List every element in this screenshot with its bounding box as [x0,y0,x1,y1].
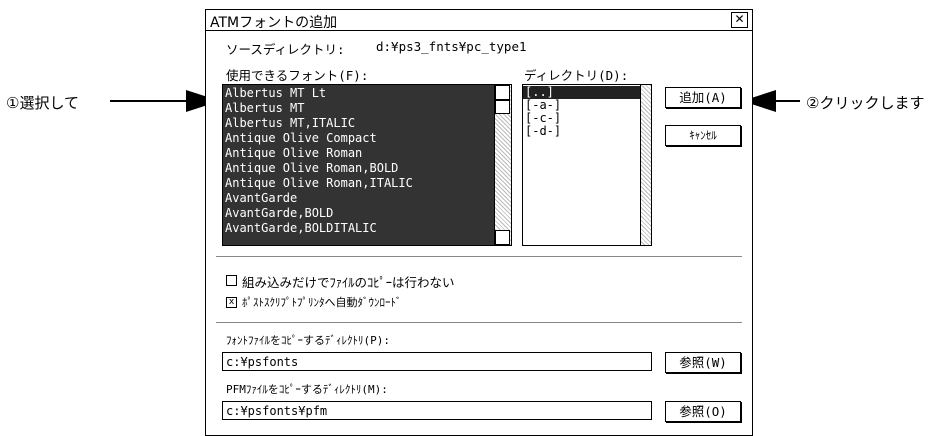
fonts-label: 使用できるフォント(F): [226,68,369,83]
dir-list-scrollbar[interactable] [640,85,651,245]
scroll-up-icon[interactable]: ▲ [495,85,510,100]
auto-download-label[interactable]: ﾎﾟｽﾄｽｸﾘﾌﾟﾄﾌﾟﾘﾝﾀへ自動ﾀﾞｳﾝﾛｰﾄﾞ [242,294,402,310]
scroll-thumb[interactable] [495,100,510,114]
font-list-item[interactable]: AvantGarde,BOLD [225,206,333,221]
separator [216,256,742,258]
font-list-scrollbar[interactable]: ▲ ▼ [494,85,511,245]
install-only-checkbox[interactable] [226,275,237,286]
dirs-label: ディレクトリ(D): [524,68,629,83]
directory-list[interactable]: [..] [-a-] [-c-] [-d-] [522,84,652,246]
font-list-item[interactable]: AvantGarde [225,191,297,206]
source-dir-label: ソースディレクトリ: [226,42,345,57]
fontfile-dir-input[interactable]: c:¥psfonts [222,352,652,371]
title-bar[interactable]: ATMフォントの追加 ✕ [206,10,752,31]
font-list-item[interactable]: Albertus MT Lt [225,86,326,101]
install-only-label[interactable]: 組み込みだけでﾌｧｲﾙのｺﾋﾟｰは行わない [242,272,455,291]
available-fonts-list[interactable]: Albertus MT Lt Albertus MT Albertus MT,I… [222,84,512,246]
pfm-dir-input[interactable]: c:¥psfonts¥pfm [222,401,652,420]
cancel-button[interactable]: ｷｬﾝｾﾙ [665,125,741,146]
separator [216,322,742,324]
source-dir-value: d:¥ps3_fnts¥pc_type1 [376,39,527,54]
fontfile-dir-label: ﾌｫﾝﾄﾌｧｲﾙをｺﾋﾟｰするﾃﾞｨﾚｸﾄﾘ(P): [226,334,390,347]
browse-fontfile-button[interactable]: 参照(W) [665,352,741,373]
font-list-item[interactable]: Albertus MT,ITALIC [225,116,355,131]
font-list-item[interactable]: Antique Olive Compact [225,131,377,146]
dir-list-item[interactable]: [-d-] [525,125,561,138]
dialog-title: ATMフォントの追加 [210,15,338,31]
font-list-item[interactable]: Antique Olive Roman [225,146,362,161]
pfm-dir-label: PFMﾌｧｲﾙをｺﾋﾟｰするﾃﾞｨﾚｸﾄﾘ(M): [226,383,388,396]
close-button[interactable]: ✕ [731,12,748,28]
font-list-item[interactable]: AvantGarde,BOLDITALIC [225,221,377,236]
scroll-down-icon[interactable]: ▼ [495,230,510,245]
browse-pfm-button[interactable]: 参照(O) [665,401,741,422]
font-list-item[interactable]: Antique Olive Roman,ITALIC [225,176,413,191]
auto-download-checkbox[interactable]: x [226,297,237,308]
font-list-item[interactable]: Antique Olive Roman,BOLD [225,161,398,176]
font-list-item[interactable]: Albertus MT [225,101,304,116]
atm-add-font-dialog: ATMフォントの追加 ✕ ソースディレクトリ: d:¥ps3_fnts¥pc_t… [205,9,753,436]
add-button[interactable]: 追加(A) [665,87,741,108]
